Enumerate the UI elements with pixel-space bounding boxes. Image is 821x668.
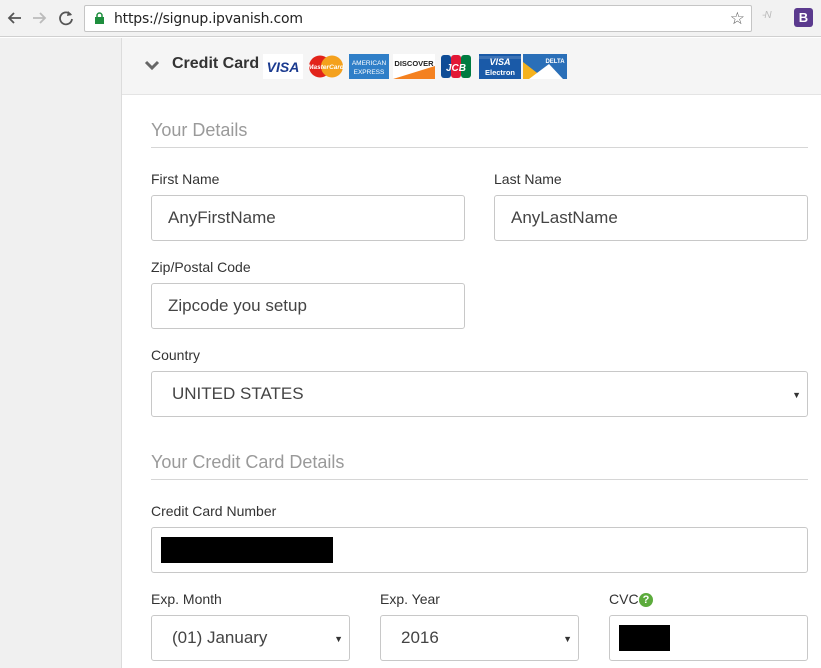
last-name-input[interactable]: AnyLastName <box>494 195 808 241</box>
svg-text:MasterCard: MasterCard <box>308 64 345 71</box>
section-divider <box>151 479 808 480</box>
svg-text:JCB: JCB <box>446 63 466 74</box>
delta-logo: DELTA <box>523 54 567 79</box>
credit-card-panel: Credit Card VISA MasterCard AMERICAN EXP… <box>121 38 821 668</box>
svg-text:Electron: Electron <box>485 68 515 77</box>
lock-icon <box>94 12 105 30</box>
svg-text:DELTA: DELTA <box>545 59 565 65</box>
country-select[interactable]: UNITED STATES ▼ <box>151 371 808 417</box>
mastercard-logo: MasterCard <box>308 55 345 78</box>
help-question-icon[interactable]: ? <box>639 593 653 607</box>
first-name-input[interactable]: AnyFirstName <box>151 195 465 241</box>
svg-text:VISA: VISA <box>489 57 510 67</box>
country-value: UNITED STATES <box>172 384 304 403</box>
exp-month-label: Exp. Month <box>151 591 222 607</box>
card-details-heading: Your Credit Card Details <box>151 452 345 472</box>
browser-toolbar: https://signup.ipvanish.com ☆ -N B <box>0 0 821 37</box>
back-arrow-icon[interactable] <box>4 7 26 29</box>
address-bar[interactable]: https://signup.ipvanish.com ☆ <box>84 5 752 32</box>
card-number-label: Credit Card Number <box>151 503 277 519</box>
exp-year-label: Exp. Year <box>380 591 440 607</box>
section-divider <box>151 147 808 148</box>
exp-month-select[interactable]: (01) January ▼ <box>151 615 350 661</box>
extension-b-icon[interactable]: B <box>794 8 813 27</box>
visa-logo: VISA <box>263 54 303 79</box>
visa-electron-logo: VISA Electron <box>479 54 521 79</box>
exp-month-value: (01) January <box>172 628 268 647</box>
chevron-down-icon[interactable] <box>144 58 160 76</box>
panel-header[interactable]: Credit Card VISA MasterCard AMERICAN EXP… <box>122 38 821 95</box>
card-number-input[interactable] <box>151 527 808 573</box>
url-text[interactable]: https://signup.ipvanish.com <box>114 11 303 27</box>
discover-logo: DISCOVER <box>393 54 435 79</box>
extension-n-icon[interactable]: -N <box>762 10 772 21</box>
first-name-value: AnyFirstName <box>168 208 276 227</box>
zip-label: Zip/Postal Code <box>151 259 251 275</box>
svg-text:VISA: VISA <box>267 59 300 75</box>
last-name-value: AnyLastName <box>511 208 618 227</box>
zip-input[interactable]: Zipcode you setup <box>151 283 465 329</box>
amex-logo: AMERICAN EXPRESS <box>349 54 389 79</box>
country-label: Country <box>151 347 201 363</box>
jcb-logo: JCB <box>441 55 471 78</box>
forward-arrow-icon[interactable] <box>28 7 50 29</box>
first-name-label: First Name <box>151 171 220 187</box>
exp-year-select[interactable]: 2016 ▼ <box>380 615 579 661</box>
dropdown-caret-icon: ▼ <box>334 634 343 644</box>
last-name-label: Last Name <box>494 171 562 187</box>
your-details-heading: Your Details <box>151 120 248 140</box>
zip-value: Zipcode you setup <box>168 296 307 315</box>
svg-text:DISCOVER: DISCOVER <box>394 59 434 68</box>
exp-year-value: 2016 <box>401 628 439 647</box>
page-left-gutter <box>0 38 121 668</box>
redacted-cvc <box>619 625 670 651</box>
redacted-card-number <box>161 537 333 563</box>
dropdown-caret-icon: ▼ <box>792 390 801 400</box>
cvc-label: CVC <box>609 591 639 607</box>
bookmark-star-icon[interactable]: ☆ <box>730 10 745 27</box>
cvc-input[interactable] <box>609 615 808 661</box>
panel-title: Credit Card <box>172 55 260 72</box>
reload-icon[interactable] <box>55 7 77 29</box>
dropdown-caret-icon: ▼ <box>563 634 572 644</box>
svg-text:EXPRESS: EXPRESS <box>354 69 385 76</box>
svg-text:AMERICAN: AMERICAN <box>352 60 387 67</box>
